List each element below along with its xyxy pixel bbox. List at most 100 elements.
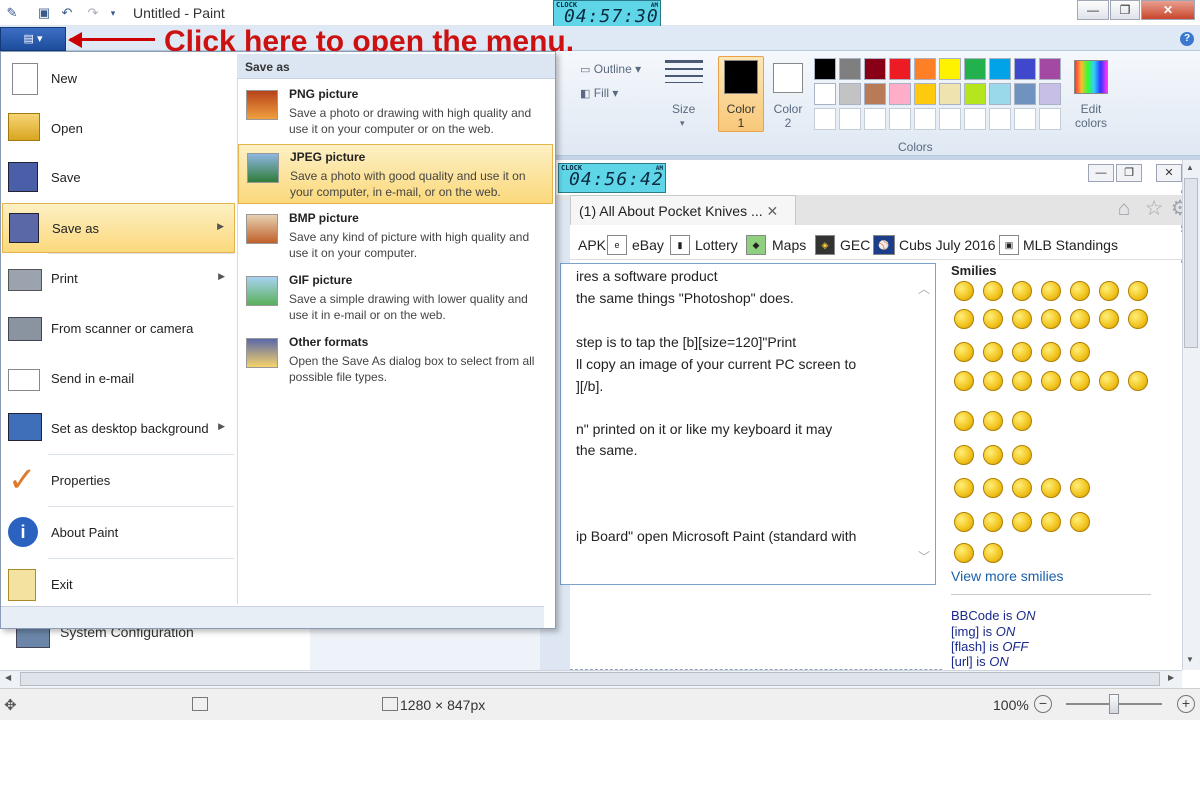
horizontal-scroll-thumb[interactable]	[20, 672, 1160, 686]
save-as-bmp-picture[interactable]: BMP picture Save any kind of picture with…	[238, 206, 553, 266]
palette-swatch[interactable]	[1014, 83, 1036, 105]
palette-swatch[interactable]	[939, 83, 961, 105]
save-as-submenu-title: Save as	[237, 54, 555, 79]
zoom-in-button[interactable]: +	[1177, 695, 1195, 713]
scroll-up-arrow-icon[interactable]: ▲	[1186, 163, 1194, 172]
smiley-icon	[954, 445, 974, 465]
mlb-icon: ⚾	[873, 235, 895, 255]
help-icon[interactable]: ?	[1180, 32, 1194, 46]
palette-swatch[interactable]	[814, 108, 836, 130]
palette-swatch[interactable]	[839, 83, 861, 105]
save-as-icon	[9, 213, 43, 245]
smiley-icon	[1070, 281, 1090, 301]
outline-icon: ▭	[580, 64, 591, 76]
palette-swatch[interactable]	[939, 108, 961, 130]
palette-swatch[interactable]	[839, 108, 861, 130]
smiley-icon	[954, 543, 974, 563]
smiley-icon	[983, 411, 1003, 431]
color1-swatch	[724, 60, 758, 94]
img-status: [img] is ON	[951, 624, 1016, 639]
palette-swatch[interactable]	[1014, 108, 1036, 130]
save-as-gif-picture[interactable]: GIF picture Save a simple drawing with lo…	[238, 268, 553, 328]
palette-swatch[interactable]	[889, 108, 911, 130]
size-dropdown-icon[interactable]: ▾	[680, 118, 685, 129]
palette-swatch[interactable]	[889, 83, 911, 105]
menu-item-properties[interactable]: ✓ Properties	[2, 456, 235, 506]
menu-item-print[interactable]: Print ▶	[2, 254, 235, 304]
tab-close-icon: ✕	[766, 203, 779, 219]
menu-item-save[interactable]: Save	[2, 153, 235, 203]
palette-swatch[interactable]	[864, 58, 886, 80]
view-more-smilies-link: View more smilies	[951, 568, 1064, 584]
quick-save-icon[interactable]: ▣	[35, 4, 53, 22]
smiley-icon	[1099, 371, 1119, 391]
save-as-option-description: Save a photo or drawing with high qualit…	[289, 106, 532, 136]
palette-swatch[interactable]	[814, 83, 836, 105]
palette-swatch[interactable]	[989, 83, 1011, 105]
smiley-icon	[954, 281, 974, 301]
smiley-icon	[1070, 371, 1090, 391]
zoom-out-button[interactable]: −	[1034, 695, 1052, 713]
palette-swatch[interactable]	[839, 58, 861, 80]
palette-swatch[interactable]	[964, 83, 986, 105]
scroll-down-arrow-icon[interactable]: ▼	[1186, 655, 1194, 664]
save-as-option-title: BMP picture	[289, 211, 359, 225]
palette-swatch[interactable]	[914, 58, 936, 80]
edit-colors-icon[interactable]	[1074, 60, 1108, 94]
smiley-icon	[1070, 512, 1090, 532]
redo-icon[interactable]: ↷	[84, 4, 102, 22]
palette-swatch[interactable]	[964, 108, 986, 130]
customize-quick-access-icon[interactable]: ▾	[104, 4, 122, 22]
close-button[interactable]: ✕	[1141, 0, 1195, 20]
color2-swatch[interactable]	[773, 63, 803, 93]
inner-restore-icon: ❐	[1116, 164, 1142, 182]
palette-swatch[interactable]	[814, 58, 836, 80]
palette-swatch[interactable]	[1014, 58, 1036, 80]
smiley-icon	[1012, 411, 1032, 431]
zoom-slider-thumb[interactable]	[1109, 694, 1119, 714]
palette-swatch[interactable]	[889, 58, 911, 80]
menu-item-set-as-desktop-background[interactable]: Set as desktop background ▶	[2, 404, 235, 454]
scroll-right-arrow-icon[interactable]: ▶	[1168, 673, 1174, 682]
palette-swatch[interactable]	[864, 108, 886, 130]
menu-item-about-paint[interactable]: i About Paint	[2, 508, 235, 558]
palette-swatch[interactable]	[914, 83, 936, 105]
smiley-icon	[983, 512, 1003, 532]
fill-button[interactable]: ◧ Fill ▾	[580, 86, 618, 100]
paint-menu-button[interactable]: ▤ ▾	[0, 27, 66, 51]
menu-item-send-in-e-mail[interactable]: Send in e-mail	[2, 354, 235, 404]
menu-item-save-as[interactable]: Save as ▶	[2, 203, 235, 253]
vertical-scroll-thumb[interactable]	[1184, 178, 1198, 348]
gif-picture-icon	[246, 276, 278, 306]
menu-item-from-scanner-or-camera[interactable]: From scanner or camera	[2, 304, 235, 354]
smiley-icon	[954, 512, 974, 532]
palette-swatch[interactable]	[914, 108, 936, 130]
smiley-icon	[1012, 512, 1032, 532]
undo-icon[interactable]: ↶	[58, 4, 76, 22]
scroll-left-arrow-icon[interactable]: ◀	[5, 673, 11, 682]
maximize-button[interactable]: ❐	[1110, 0, 1140, 20]
save-as-other-formats[interactable]: Other formats Open the Save As dialog box…	[238, 330, 553, 390]
color1-label: Color 1	[726, 102, 756, 130]
smiley-icon	[1128, 309, 1148, 329]
palette-swatch[interactable]	[1039, 108, 1061, 130]
minimize-button[interactable]: —	[1077, 0, 1109, 20]
palette-swatch[interactable]	[864, 83, 886, 105]
edit-colors-label[interactable]: Edit colors	[1066, 102, 1116, 130]
bookmark-maps: Maps	[772, 237, 807, 253]
save-as-jpeg-picture[interactable]: JPEG picture Save a photo with good quali…	[238, 144, 553, 204]
favorites-star-icon: ☆	[1144, 197, 1164, 220]
palette-swatch[interactable]	[939, 58, 961, 80]
menu-item-exit[interactable]: Exit	[2, 560, 235, 610]
save-as-png-picture[interactable]: PNG picture Save a photo or drawing with …	[238, 82, 553, 142]
menu-item-open[interactable]: Open	[2, 104, 235, 154]
annotation-arrow	[70, 38, 155, 41]
size-lines-icon[interactable]	[665, 60, 703, 96]
palette-swatch[interactable]	[1039, 83, 1061, 105]
palette-swatch[interactable]	[1039, 58, 1061, 80]
palette-swatch[interactable]	[989, 108, 1011, 130]
palette-swatch[interactable]	[964, 58, 986, 80]
menu-item-new[interactable]: New	[2, 54, 235, 104]
outline-button[interactable]: ▭ Outline ▾	[580, 62, 641, 76]
palette-swatch[interactable]	[989, 58, 1011, 80]
